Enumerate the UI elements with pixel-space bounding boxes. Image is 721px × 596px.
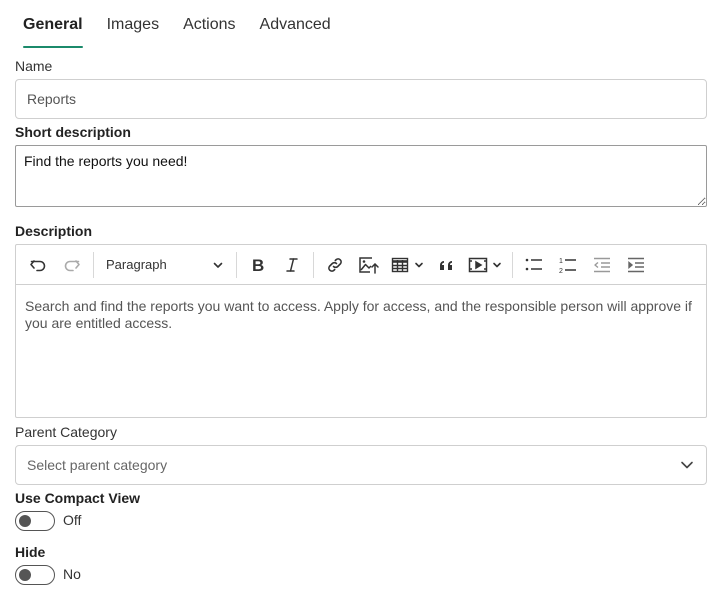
description-content[interactable]: Search and find the reports you want to … (16, 285, 706, 332)
compact-view-state: Off (63, 512, 82, 528)
toolbar-separator (313, 251, 314, 278)
name-input[interactable] (15, 79, 707, 119)
description-editor: Paragraph B 1 2 Search and find the repo… (15, 244, 707, 418)
media-embed-icon (468, 257, 488, 272)
numbered-list-button[interactable]: 12 (553, 251, 583, 279)
description-label: Description (15, 223, 93, 239)
short-description-textarea[interactable]: Find the reports you need! (15, 145, 707, 207)
insert-image-icon (359, 256, 379, 274)
toggle-knob (19, 569, 31, 581)
chevron-down-icon (681, 461, 693, 469)
short-description-label: Short description (15, 124, 131, 140)
italic-icon (286, 257, 298, 272)
parent-category-select[interactable]: Select parent category (15, 445, 707, 485)
parent-category-placeholder: Select parent category (27, 457, 168, 473)
toolbar-separator (236, 251, 237, 278)
paragraph-style-label: Paragraph (106, 257, 167, 272)
blockquote-button[interactable] (432, 251, 462, 279)
toolbar-separator (93, 251, 94, 278)
link-button[interactable] (320, 251, 350, 279)
bold-button[interactable]: B (243, 251, 273, 279)
insert-image-button[interactable] (354, 251, 384, 279)
chevron-down-icon (415, 262, 423, 267)
hide-label: Hide (15, 544, 46, 560)
parent-category-label: Parent Category (15, 424, 117, 440)
outdent-icon (594, 257, 610, 272)
svg-text:2: 2 (559, 268, 563, 275)
chevron-down-icon (493, 262, 501, 267)
tab-bar: General Images Actions Advanced (15, 0, 339, 48)
redo-button[interactable] (57, 251, 87, 279)
bulleted-list-button[interactable] (519, 251, 549, 279)
redo-icon (64, 259, 80, 271)
toggle-knob (19, 515, 31, 527)
compact-view-label: Use Compact View (15, 490, 141, 506)
chevron-down-icon (213, 262, 223, 268)
svg-text:1: 1 (559, 258, 563, 265)
undo-button[interactable] (23, 251, 53, 279)
indent-button[interactable] (621, 251, 651, 279)
undo-icon (30, 259, 46, 271)
compact-view-toggle[interactable] (15, 511, 55, 531)
link-icon (328, 257, 342, 272)
paragraph-style-dropdown[interactable]: Paragraph (100, 251, 228, 279)
tab-images[interactable]: Images (99, 0, 167, 48)
media-embed-button[interactable] (466, 251, 504, 279)
tab-general[interactable]: General (15, 0, 91, 48)
bold-icon: B (252, 256, 264, 274)
numbered-list-icon: 12 (559, 258, 576, 275)
outdent-button[interactable] (587, 251, 617, 279)
insert-table-button[interactable] (388, 251, 426, 279)
bulleted-list-icon (525, 258, 542, 270)
blockquote-icon (440, 260, 452, 270)
table-icon (391, 257, 409, 272)
svg-text:B: B (252, 256, 264, 274)
tab-actions[interactable]: Actions (175, 0, 243, 48)
editor-toolbar: Paragraph B 1 2 (16, 245, 706, 285)
toolbar-separator (512, 251, 513, 278)
indent-icon (628, 257, 644, 272)
hide-state: No (63, 566, 81, 582)
tab-advanced[interactable]: Advanced (252, 0, 339, 48)
italic-button[interactable] (277, 251, 307, 279)
hide-toggle[interactable] (15, 565, 55, 585)
name-label: Name (15, 58, 53, 74)
